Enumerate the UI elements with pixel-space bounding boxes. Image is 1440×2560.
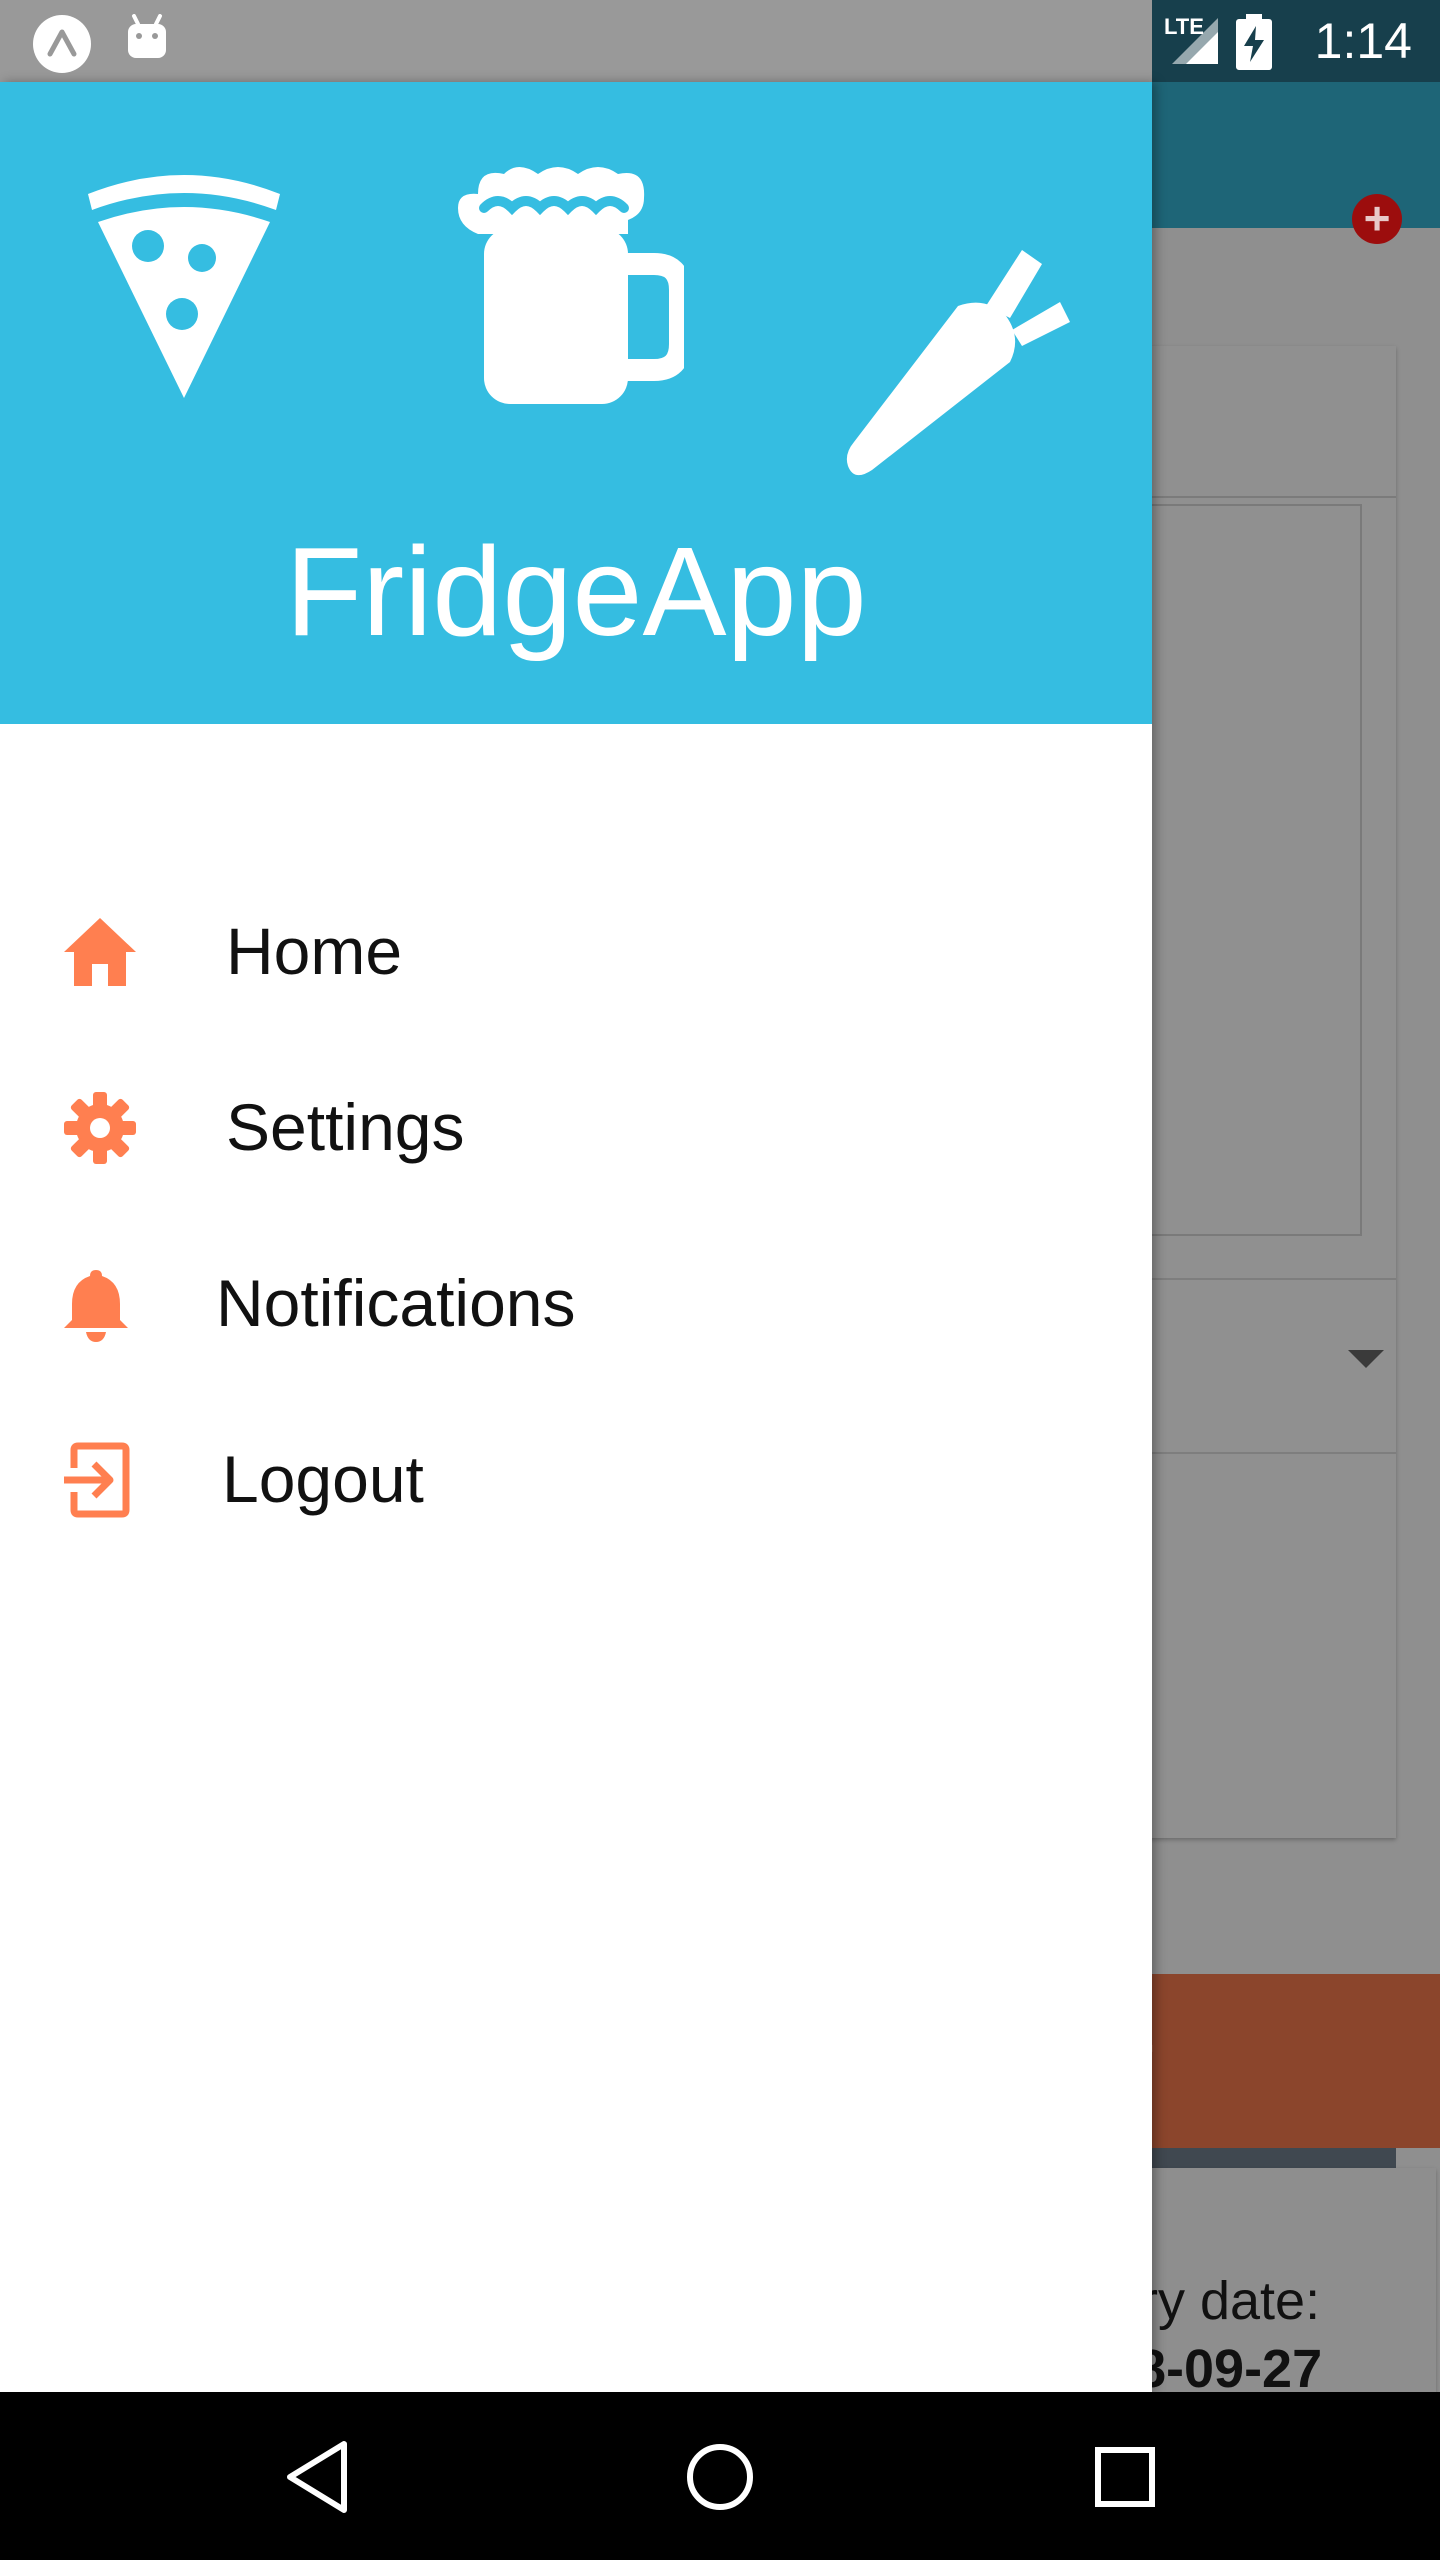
home-icon [64,918,136,986]
clock: 1:14 [1314,13,1412,69]
drawer-item-label: Settings [226,1090,465,1164]
bell-icon [64,1270,128,1342]
battery-charging-icon [1236,14,1272,70]
drawer-item-label: Logout [222,1442,424,1516]
android-icon [128,14,166,58]
carrot-icon [846,250,1070,476]
drawer-item-notifications[interactable]: Notifications [0,1220,1152,1380]
plus-circle-icon: + [1352,194,1402,244]
navigation-drawer: FridgeApp Home Settings Notifications Lo… [0,82,1152,2392]
drawer-header: FridgeApp [0,82,1152,724]
pizza-icon [88,175,280,398]
drawer-item-logout[interactable]: Logout [0,1396,1152,1556]
beer-mug-icon [458,167,684,404]
expiry-label: iry date: [1128,2271,1321,2331]
dropdown-arrow-icon [1348,1350,1384,1368]
app-title: FridgeApp [285,521,867,662]
drawer-item-home[interactable]: Home [0,868,1152,1028]
drawer-item-label: Home [226,914,403,988]
status-bar-system-area: LTE 1:14 [1152,0,1440,82]
app-notification-icon [33,15,91,73]
back-icon[interactable] [272,2432,362,2522]
drawer-item-settings[interactable]: Settings [0,1044,1152,1204]
home-circle-icon[interactable] [675,2432,765,2522]
expiry-date: 8-09-27 [1136,2339,1323,2398]
recents-icon[interactable] [1080,2432,1170,2522]
system-navigation-bar [0,2392,1440,2560]
gear-icon [64,1092,136,1164]
logout-icon [64,1442,130,1518]
status-bar: LTE 1:14 [0,0,1440,82]
drawer-item-label: Notifications [216,1266,576,1340]
signal-icon [1172,18,1218,64]
